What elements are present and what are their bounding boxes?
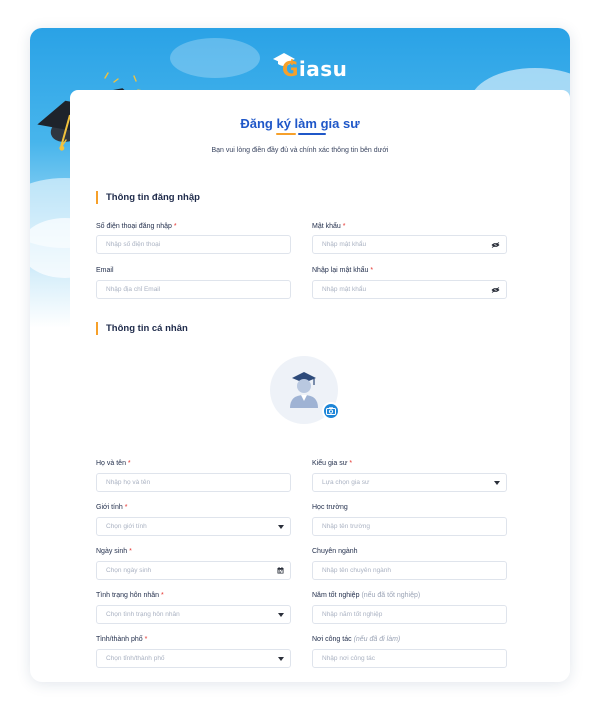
required-marker: * [370,267,374,274]
city-label-text: Tỉnh/thành phố [96,636,143,643]
marital-placeholder: Chọn tình trạng hôn nhân [106,611,180,618]
grad-year-label: Năm tốt nghiệp (nếu đã tốt nghiệp) [312,592,420,599]
workplace-placeholder: Nhập nơi công tác [322,655,376,662]
major-input[interactable]: Nhập tên chuyên ngành [312,561,507,580]
gender-label-text: Giới tính [96,504,123,511]
email-input[interactable]: Nhập địa chỉ Email [96,280,291,299]
birthday-label: Ngày sinh * [96,548,132,555]
tutor-type-placeholder: Lựa chọn gia sư [322,479,370,486]
cloud-decoration [170,38,260,78]
calendar-icon[interactable] [277,562,284,579]
workplace-label: Nơi công tác (nếu đã đi làm) [312,636,400,643]
city-label: Tỉnh/thành phố * [96,636,147,643]
caret-down-icon [494,474,500,491]
full-name-label-text: Họ và tên [96,460,126,467]
caret-down-icon [278,650,284,667]
birthday-label-text: Ngày sinh [96,548,128,555]
caret-down-icon [278,606,284,623]
password-placeholder: Nhập mật khẩu [322,241,367,248]
logo-rest: iasu [298,57,348,81]
phone-label: Số điện thoại đăng nhập * [96,223,177,230]
workplace-hint: (nếu đã đi làm) [353,636,401,643]
title-underline-left [276,133,296,135]
school-label: Học trường [312,504,348,511]
logo-initial: G [282,57,299,81]
tutor-type-select[interactable]: Lựa chọn gia sư [312,473,507,492]
page-subtitle: Bạn vui lòng điền đầy đủ và chính xác th… [211,147,389,154]
confirm-password-input[interactable]: Nhập mật khẩu [312,280,507,299]
logo-text: Giasu [282,57,347,81]
phone-label-text: Số điện thoại đăng nhập [96,223,172,230]
gender-select[interactable]: Chọn giới tính [96,517,291,536]
confirm-password-label-text: Nhập lại mật khẩu [312,267,369,274]
password-label: Mật khẩu * [312,223,345,230]
grad-year-label-text: Năm tốt nghiệp [312,592,360,599]
required-marker: * [349,460,353,467]
required-marker: * [161,592,164,599]
confirm-password-label: Nhập lại mật khẩu * [312,267,373,274]
full-name-placeholder: Nhập họ và tên [106,479,151,486]
giasu-logo[interactable]: Giasu [268,50,348,86]
phone-input[interactable]: Nhập số điện thoại [96,235,291,254]
marital-label: Tình trạng hôn nhân * [96,592,164,599]
grad-year-input[interactable]: Nhập năm tốt nghiệp [312,605,507,624]
full-name-label: Họ và tên * [96,460,131,467]
required-marker: * [173,223,177,230]
registration-frame: Giasu Đăng ký làm gia sư Bạn vui lòng đi… [30,28,570,682]
required-marker: * [124,504,128,511]
required-marker: * [129,548,132,555]
tutor-type-label-text: Kiểu gia sư [312,460,348,467]
eye-icon[interactable] [491,236,500,253]
gender-placeholder: Chọn giới tính [106,523,147,530]
school-placeholder: Nhập tên trường [322,523,371,530]
password-input[interactable]: Nhập mật khẩu [312,235,507,254]
login-section-title: Thông tin đăng nhập [96,191,200,204]
birthday-placeholder: Chọn ngày sinh [106,567,152,574]
workplace-label-text: Nơi công tác [312,636,352,643]
tutor-type-label: Kiểu gia sư * [312,460,352,467]
phone-placeholder: Nhập số điện thoại [106,241,161,248]
caret-down-icon [278,518,284,535]
personal-section-title: Thông tin cá nhân [96,322,188,335]
full-name-input[interactable]: Nhập họ và tên [96,473,291,492]
required-marker: * [144,636,148,643]
grad-year-hint: (nếu đã tốt nghiệp) [361,592,421,599]
required-marker: * [342,223,346,230]
major-label: Chuyên ngành [312,548,358,555]
workplace-input[interactable]: Nhập nơi công tác [312,649,507,668]
gender-label: Giới tính * [96,504,127,511]
school-input[interactable]: Nhập tên trường [312,517,507,536]
marital-label-text: Tình trạng hôn nhân [96,592,160,599]
city-select[interactable]: Chọn tỉnh/thành phố [96,649,291,668]
password-label-text: Mật khẩu [312,223,341,230]
confirm-password-placeholder: Nhập mật khẩu [322,286,367,293]
email-placeholder: Nhập địa chỉ Email [106,286,161,293]
eye-icon[interactable] [491,281,500,298]
email-label: Email [96,267,114,274]
marital-select[interactable]: Chọn tình trạng hôn nhân [96,605,291,624]
grad-year-placeholder: Nhập năm tốt nghiệp [322,611,383,618]
city-placeholder: Chọn tỉnh/thành phố [106,655,165,662]
required-marker: * [127,460,131,467]
title-underline-right [298,133,326,135]
major-placeholder: Nhập tên chuyên ngành [322,567,392,574]
camera-icon[interactable] [322,402,340,420]
birthday-input[interactable]: Chọn ngày sinh [96,561,291,580]
page-title: Đăng ký làm gia sư [240,116,360,131]
